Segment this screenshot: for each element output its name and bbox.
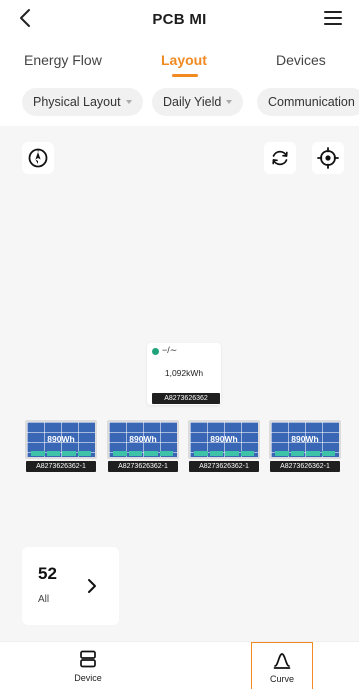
caret-down-icon bbox=[226, 100, 233, 104]
layout-canvas[interactable]: N −/∼ 1,092kWh A8273626362 890Wh A827362… bbox=[0, 126, 359, 641]
panel-serial: A8273626362-1 bbox=[26, 461, 96, 472]
panel-body: 890Wh bbox=[107, 420, 179, 459]
inverter-energy: 1,092kWh bbox=[164, 368, 204, 378]
tab-devices[interactable]: Devices bbox=[276, 52, 326, 68]
panel-body: 890Wh bbox=[188, 420, 260, 459]
inverter-symbol: −/∼ bbox=[162, 345, 178, 355]
curve-chart-icon bbox=[272, 650, 292, 670]
nav-label: Device bbox=[74, 673, 102, 683]
inverter-serial: A8273626362 bbox=[152, 393, 220, 404]
physical-layout-dropdown[interactable]: Physical Layout bbox=[22, 88, 143, 116]
daily-yield-dropdown[interactable]: Daily Yield bbox=[152, 88, 244, 116]
solar-panel[interactable]: 890Wh A8273626362-1 bbox=[25, 420, 97, 472]
hamburger-menu-icon[interactable] bbox=[321, 6, 345, 30]
bottom-nav: Device Curve bbox=[0, 641, 359, 689]
tab-bar: Energy Flow Layout Devices bbox=[0, 40, 359, 80]
chip-label: Communication bbox=[268, 95, 355, 109]
panel-energy: 890Wh bbox=[129, 434, 157, 444]
inverter-card[interactable]: −/∼ 1,092kWh A8273626362 bbox=[147, 343, 221, 405]
caret-down-icon bbox=[125, 100, 132, 104]
device-list-icon bbox=[78, 649, 98, 669]
panel-body: 890Wh bbox=[269, 420, 341, 459]
svg-text:N: N bbox=[37, 149, 40, 153]
chip-label: Daily Yield bbox=[163, 95, 222, 109]
tab-energy-flow[interactable]: Energy Flow bbox=[24, 52, 102, 68]
panel-serial: A8273626362-1 bbox=[108, 461, 178, 472]
panel-status-bars bbox=[275, 451, 335, 456]
solar-panel[interactable]: 890Wh A8273626362-1 bbox=[107, 420, 179, 472]
solar-panel[interactable]: 890Wh A8273626362-1 bbox=[269, 420, 341, 472]
device-count-card[interactable]: 52 All bbox=[22, 547, 119, 625]
panel-status-bars bbox=[113, 451, 173, 456]
locate-target-icon[interactable] bbox=[312, 142, 344, 174]
filter-bar: Physical Layout Daily Yield Communicatio… bbox=[0, 88, 359, 118]
nav-label: Curve bbox=[269, 674, 294, 684]
nav-curve[interactable]: Curve bbox=[251, 642, 313, 689]
page-title: PCB MI bbox=[152, 11, 207, 28]
panel-body: 890Wh bbox=[25, 420, 97, 459]
status-dot bbox=[152, 348, 159, 355]
panel-energy: 890Wh bbox=[210, 434, 238, 444]
chevron-right-icon[interactable] bbox=[85, 577, 99, 595]
compass-icon[interactable]: N bbox=[22, 142, 54, 174]
device-count: 52 bbox=[38, 564, 57, 583]
tab-active-indicator bbox=[172, 74, 198, 77]
panel-serial: A8273626362-1 bbox=[270, 461, 340, 472]
communication-dropdown[interactable]: Communication bbox=[257, 88, 359, 116]
solar-panel[interactable]: 890Wh A8273626362-1 bbox=[188, 420, 260, 472]
panel-status-bars bbox=[31, 451, 91, 456]
chip-label: Physical Layout bbox=[33, 95, 121, 109]
panel-serial: A8273626362-1 bbox=[189, 461, 259, 472]
panel-status-bars bbox=[194, 451, 254, 456]
device-count-label: All bbox=[38, 594, 50, 605]
panel-energy: 890Wh bbox=[47, 434, 75, 444]
tab-layout[interactable]: Layout bbox=[161, 52, 207, 68]
refresh-icon[interactable] bbox=[264, 142, 296, 174]
nav-device[interactable]: Device bbox=[57, 642, 119, 689]
top-bar: PCB MI bbox=[0, 0, 359, 40]
panel-energy: 890Wh bbox=[291, 434, 319, 444]
